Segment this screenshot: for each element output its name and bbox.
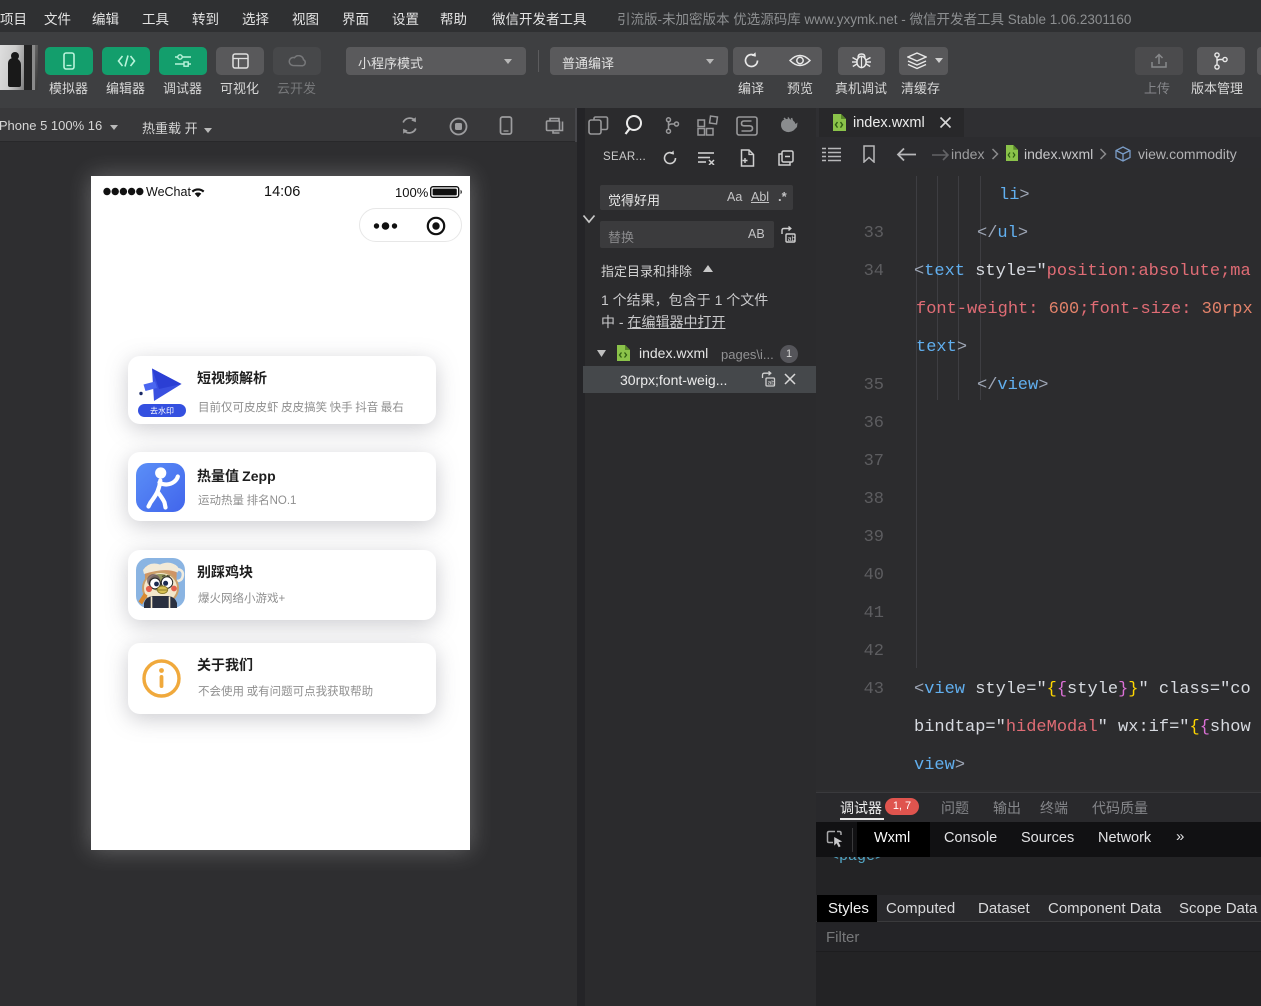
svg-text:ab: ab bbox=[768, 380, 776, 387]
svg-text:ab: ab bbox=[788, 236, 796, 243]
svg-text:去水印: 去水印 bbox=[150, 406, 174, 417]
